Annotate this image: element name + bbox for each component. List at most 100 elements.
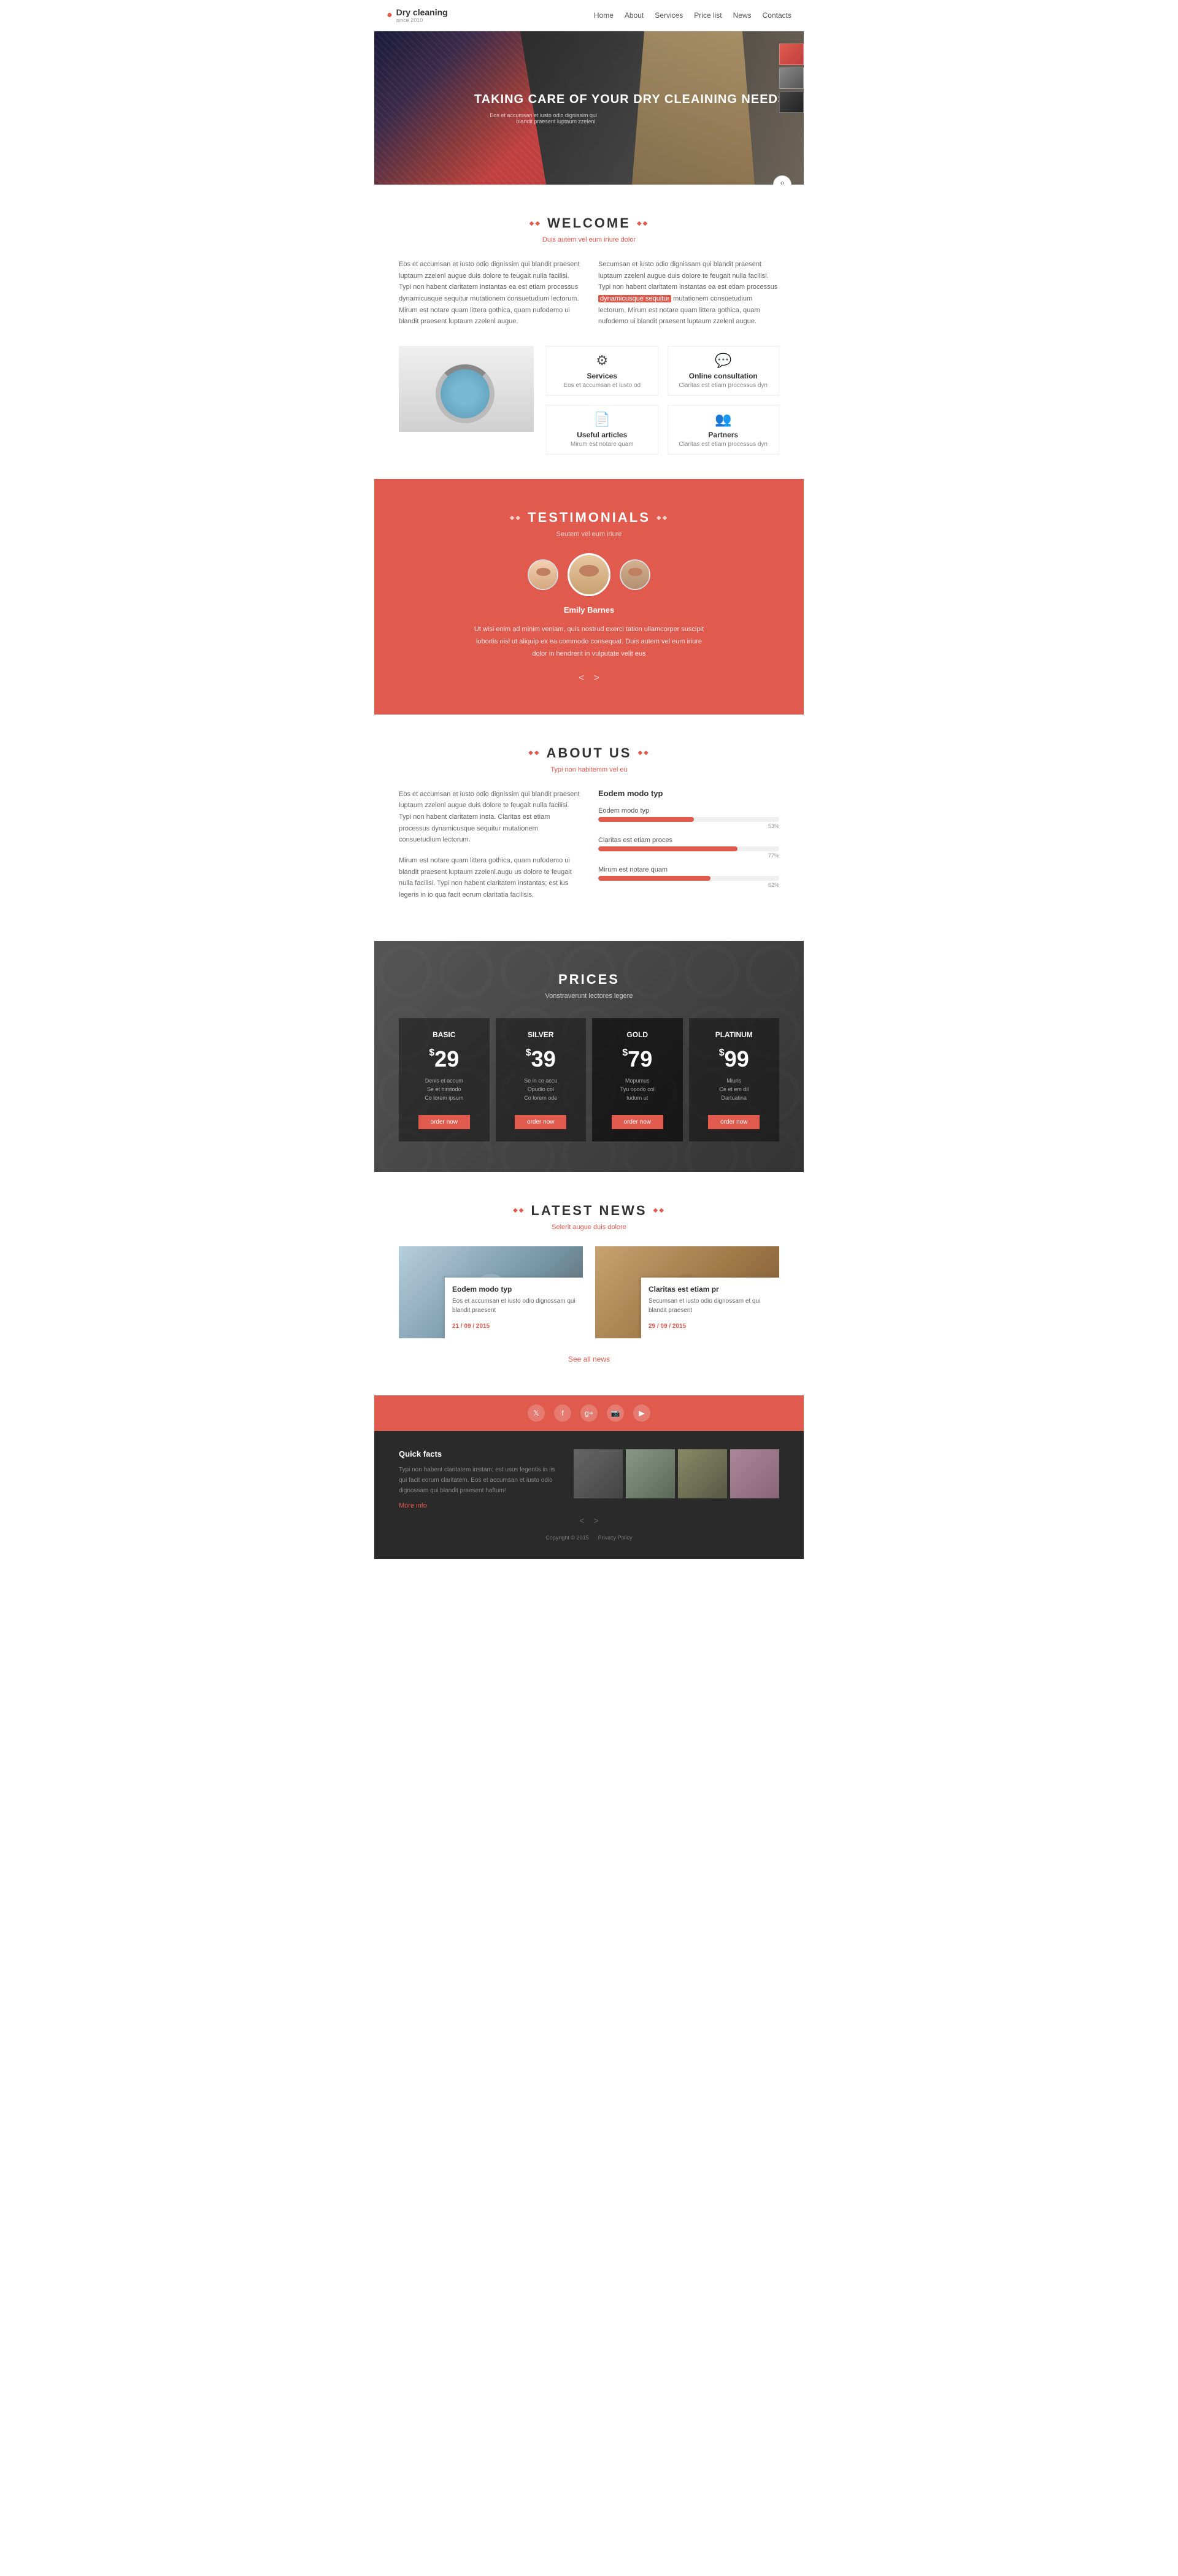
about-text: Eos et accumsan et iusto odio dignissim …: [399, 789, 580, 910]
welcome-header: ◆◆ WELCOME ◆◆: [399, 215, 779, 231]
nav-news[interactable]: News: [733, 11, 752, 20]
social-youtube[interactable]: ▶: [633, 1405, 650, 1422]
social-google-plus[interactable]: g+: [580, 1405, 598, 1422]
welcome-dots-right: ◆◆: [637, 220, 649, 227]
price-amount-basic: $29: [405, 1048, 483, 1070]
skill-label-3: Mirum est notare quam: [598, 866, 779, 873]
price-card-gold: Gold $79 MopumusTyu opodo coltudum ut or…: [592, 1018, 683, 1141]
skill-fill-1: [598, 817, 694, 822]
news-header: ◆◆ LATEST NEWS ◆◆: [399, 1203, 779, 1219]
consultation-icon: 💬: [674, 353, 773, 369]
more-info-link[interactable]: More info: [399, 1502, 555, 1509]
brand-logo[interactable]: ● Dry cleaning since 2010: [387, 7, 448, 23]
prices-header: PRICES: [399, 972, 779, 987]
see-all-container: See all news: [399, 1354, 779, 1365]
about-paragraph-2: Mirum est notare quam littera gothica, q…: [399, 855, 580, 901]
news-text-2: Secumsan et iusto odio dignossam et qui …: [649, 1297, 772, 1315]
news-headline-2: Claritas est etiam pr: [649, 1285, 772, 1294]
avatar-face-left: [529, 561, 557, 589]
price-tier-platinum: Platinum: [695, 1030, 774, 1039]
news-card-1: Eodem modo typ Eos et accumsan et iusto …: [399, 1246, 583, 1338]
see-all-link[interactable]: See all news: [568, 1355, 610, 1363]
about-section: ◆◆ ABOUT US ◆◆ Typi non habitemm vel eu …: [374, 715, 804, 941]
washing-machine-image: [399, 346, 534, 432]
welcome-subtitle: Duis autem vel eum iriure dolor: [399, 236, 779, 243]
social-twitter[interactable]: 𝕏: [528, 1405, 545, 1422]
order-button-basic[interactable]: order now: [418, 1115, 470, 1129]
price-tier-gold: Gold: [598, 1030, 677, 1039]
testimonials-dots-left: ◆◆: [510, 515, 522, 521]
quick-facts-title: Quick facts: [399, 1449, 555, 1459]
news-card-2: Claritas est etiam pr Secumsan et iusto …: [595, 1246, 779, 1338]
services-grid: ⚙ Services Eos et accumsan et iusto od 💬…: [546, 346, 779, 454]
skill-bar-2: [598, 846, 779, 851]
footer-carousel-next[interactable]: >: [594, 1516, 599, 1525]
avatar-center-active[interactable]: [568, 553, 610, 596]
testimonial-avatars: [399, 553, 779, 596]
quick-facts-text: Typi non habent claritatem insitam; est …: [399, 1465, 555, 1496]
services-name: Services: [553, 372, 652, 380]
price-currency-gold: $: [622, 1048, 628, 1058]
price-currency-platinum: $: [719, 1048, 725, 1058]
social-bar: 𝕏 f g+ 📷 ▶: [374, 1395, 804, 1431]
about-subtitle: Typi non habitemm vel eu: [399, 766, 779, 773]
welcome-paragraph-right: Secumsan et iusto odio dignissam qui bla…: [598, 259, 779, 328]
nav-services[interactable]: Services: [655, 11, 683, 20]
service-item-partners: 👥 Partners Claritas est etiam processus …: [668, 405, 780, 454]
news-dots-left: ◆◆: [513, 1207, 525, 1214]
order-button-platinum[interactable]: order now: [708, 1115, 760, 1129]
news-date-1: 21 / 09 / 2015: [452, 1323, 490, 1330]
news-overlay-2: Claritas est etiam pr Secumsan et iusto …: [641, 1278, 779, 1338]
order-button-silver[interactable]: order now: [515, 1115, 566, 1129]
nav-pricelist[interactable]: Price list: [694, 11, 722, 20]
welcome-section: ◆◆ WELCOME ◆◆ Duis autem vel eum iriure …: [374, 185, 804, 479]
footer-image-3: [678, 1449, 727, 1498]
nav-about[interactable]: About: [625, 11, 644, 20]
avatar-face-right: [621, 561, 649, 589]
prices-subtitle: Vonstraverunt lectores legere: [399, 992, 779, 1000]
hero-thumb-3[interactable]: [779, 91, 804, 113]
hero-thumb-1[interactable]: [779, 44, 804, 65]
social-facebook[interactable]: f: [554, 1405, 571, 1422]
articles-icon: 📄: [553, 412, 652, 427]
service-item-consultation: 💬 Online consultation Claritas est etiam…: [668, 346, 780, 396]
nav-links: Home About Services Price list News Cont…: [594, 10, 791, 21]
consultation-name: Online consultation: [674, 372, 773, 380]
articles-name: Useful articles: [553, 431, 652, 439]
price-currency-basic: $: [429, 1048, 434, 1058]
testimonials-dots-right: ◆◆: [656, 515, 668, 521]
price-amount-gold: $79: [598, 1048, 677, 1070]
welcome-title: WELCOME: [547, 215, 631, 231]
nav-home[interactable]: Home: [594, 11, 614, 20]
news-section: ◆◆ LATEST NEWS ◆◆ Selerit augue duis dol…: [374, 1172, 804, 1395]
skill-percent-1: 53%: [598, 823, 779, 829]
highlight-word: dynamicusque sequitur: [598, 295, 671, 302]
news-grid: Eodem modo typ Eos et accumsan et iusto …: [399, 1246, 779, 1338]
avatar-right[interactable]: [620, 559, 650, 590]
hero-thumb-2[interactable]: [779, 67, 804, 89]
nav-contacts[interactable]: Contacts: [763, 11, 791, 20]
order-button-gold[interactable]: order now: [612, 1115, 663, 1129]
hero-thumbnails: [779, 44, 804, 113]
hero-subtitle: Eos et accumsan et iusto odio dignissim …: [474, 112, 597, 125]
services-desc: Eos et accumsan et iusto od: [553, 382, 652, 389]
news-dots-right: ◆◆: [653, 1207, 665, 1214]
welcome-text-left: Eos et accumsan et iusto odio dignissim …: [399, 259, 580, 328]
testimonial-navigation: < >: [399, 673, 779, 684]
skill-fill-2: [598, 846, 737, 851]
testimonial-next-button[interactable]: >: [594, 673, 599, 684]
skill-item-1: Eodem modo typ 53%: [598, 807, 779, 829]
price-amount-platinum: $99: [695, 1048, 774, 1070]
price-desc-gold: MopumusTyu opodo coltudum ut: [598, 1076, 677, 1103]
skill-label-1: Eodem modo typ: [598, 807, 779, 815]
footer-privacy-policy[interactable]: Privacy Policy: [598, 1535, 633, 1541]
footer-carousel-prev[interactable]: <: [579, 1516, 584, 1525]
testimonials-title: TESTIMONIALS: [528, 510, 650, 526]
price-tier-silver: Silver: [502, 1030, 580, 1039]
footer-nav: Copyright © 2015 Privacy Policy: [399, 1535, 779, 1541]
social-instagram[interactable]: 📷: [607, 1405, 624, 1422]
testimonial-prev-button[interactable]: <: [579, 673, 584, 684]
prices-grid: Basic $29 Denis et accumSe et himtodoCo …: [399, 1018, 779, 1141]
testimonial-text: Ut wisi enim ad minim veniam, quis nostr…: [472, 624, 706, 660]
avatar-left[interactable]: [528, 559, 558, 590]
